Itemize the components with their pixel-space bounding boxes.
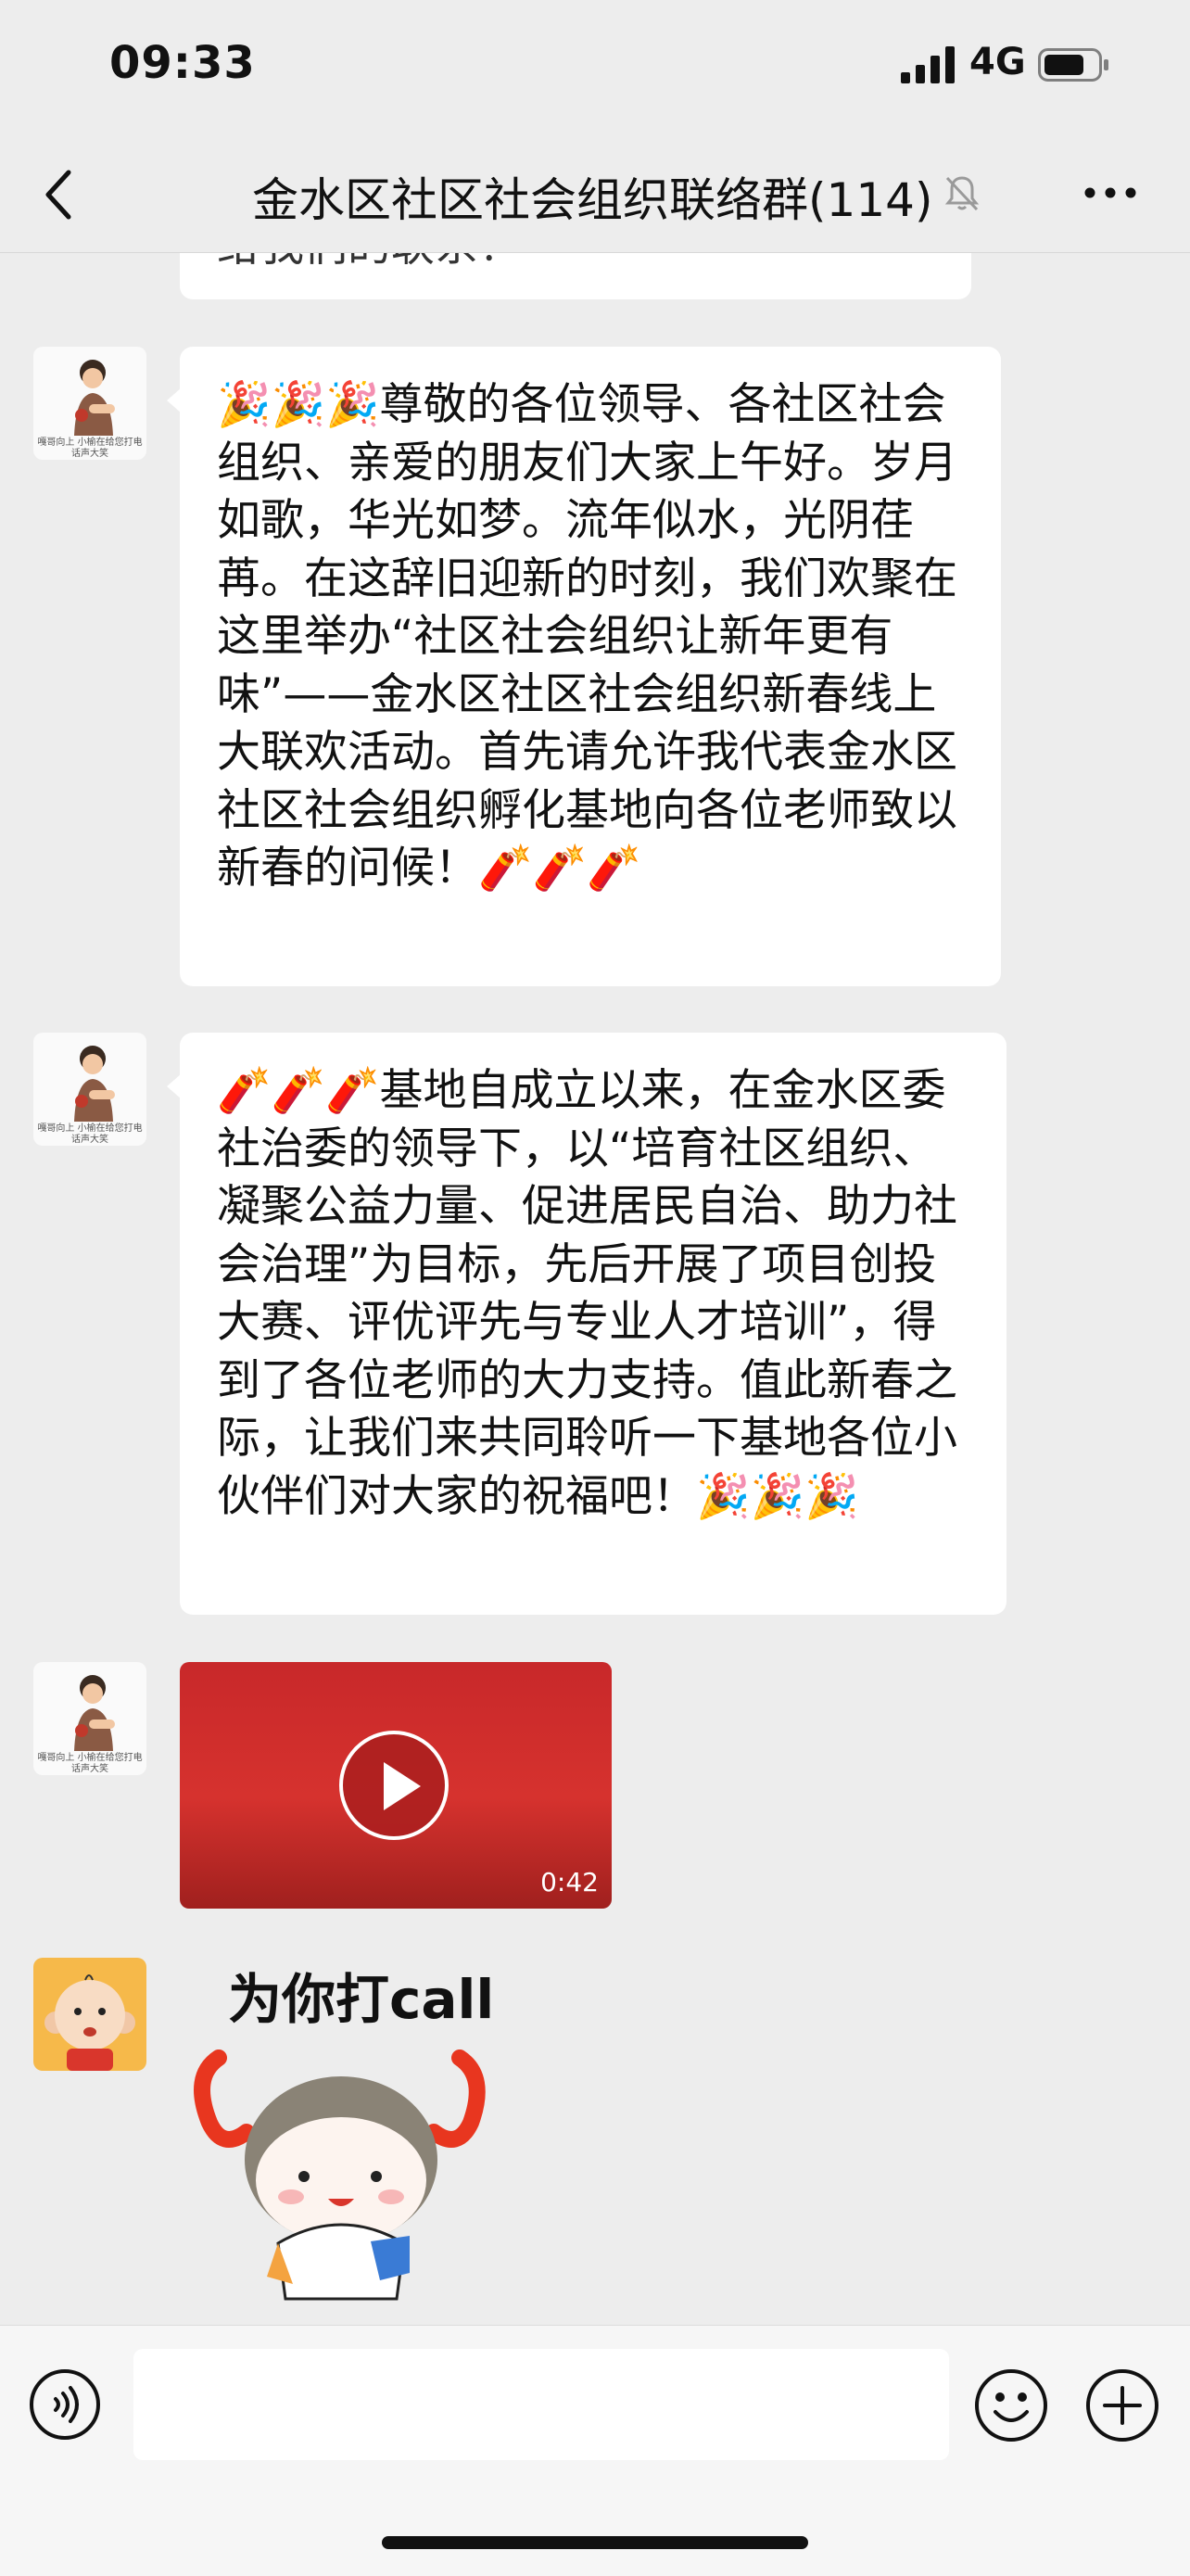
avatar[interactable]: 嘎哥向上 小榆在给您打电话声大笑 (33, 1662, 146, 1775)
baby-avatar-icon (44, 1974, 135, 2071)
play-icon (384, 1762, 421, 1810)
cheering-character-icon (194, 2049, 486, 2301)
voice-icon[interactable] (28, 2367, 102, 2442)
avatar-caption: 嘎哥向上 小榆在给您打电话声大笑 (37, 1753, 143, 1774)
signal-icon (901, 46, 955, 83)
video-message[interactable]: 0:42 (180, 1662, 612, 1909)
plus-icon[interactable] (1084, 2367, 1160, 2443)
avatar[interactable] (33, 1958, 146, 2071)
avatar-caption: 嘎哥向上 小榆在给您打电话声大笑 (37, 1123, 143, 1145)
video-duration: 0:42 (540, 1867, 599, 1897)
avatar-caption: 嘎哥向上 小榆在给您打电话声大笑 (37, 438, 143, 459)
ellipsis-icon[interactable] (1082, 180, 1138, 206)
message-text: 🎉🎉🎉尊敬的各位领导、各社区社会组织、亲爱的朋友们大家上午好。岁月如歌，华光如梦… (217, 379, 957, 894)
smile-icon[interactable] (973, 2367, 1049, 2443)
message-input[interactable] (133, 2349, 949, 2460)
bell-slash-icon (944, 176, 980, 211)
message-text: 给我们的联系！ (217, 253, 522, 276)
message-bubble[interactable]: 🧨🧨🧨基地自成立以来，在金水区委社治委的领导下，以“培育社区组织、凝聚公益力量、… (180, 1033, 1006, 1615)
message-bubble[interactable]: 🎉🎉🎉尊敬的各位领导、各社区社会组织、亲爱的朋友们大家上午好。岁月如歌，华光如梦… (180, 347, 1001, 986)
message-text: 🧨🧨🧨基地自成立以来，在金水区委社治委的领导下，以“培育社区组织、凝聚公益力量、… (217, 1065, 957, 1522)
message-bubble[interactable]: 给我们的联系！ (180, 253, 971, 299)
avatar[interactable]: 嘎哥向上 小榆在给您打电话声大笑 (33, 1033, 146, 1146)
play-button[interactable] (339, 1731, 449, 1840)
network-type: 4G (969, 41, 1026, 83)
home-indicator[interactable] (382, 2536, 808, 2549)
sticker[interactable]: 为你打call (182, 1956, 506, 2308)
chevron-left-icon[interactable] (41, 167, 78, 222)
status-time: 09:33 (109, 37, 256, 89)
chat-title: 金水区社区社会组织联络群(114) (252, 173, 933, 227)
battery-icon (1038, 48, 1108, 82)
avatar[interactable]: 嘎哥向上 小榆在给您打电话声大笑 (33, 347, 146, 460)
status-bar: 09:33 4G (0, 0, 1190, 139)
